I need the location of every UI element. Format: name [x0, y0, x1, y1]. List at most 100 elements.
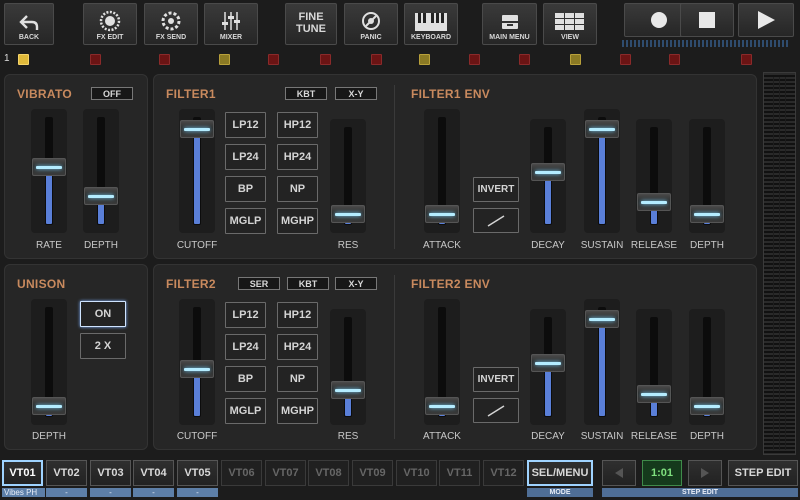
slider-thumb[interactable]: [690, 397, 724, 416]
vertical-scrollbar[interactable]: [763, 72, 796, 455]
vibrato-off-toggle[interactable]: OFF: [91, 87, 133, 100]
filter2-kbt-toggle[interactable]: KBT: [287, 277, 329, 290]
track-indicator[interactable]: [741, 54, 752, 65]
track-button-vt01[interactable]: VT01: [2, 460, 43, 486]
filter2-curve-button[interactable]: [473, 398, 519, 423]
step-next-button[interactable]: [688, 460, 722, 486]
filter2-env-decay-slider[interactable]: [530, 309, 566, 425]
filter2-cutoff-slider[interactable]: [179, 299, 215, 425]
filter2-np-button[interactable]: NP: [277, 366, 318, 392]
filter2-env-attack-slider[interactable]: [424, 299, 460, 425]
filter2-env-depth-slider[interactable]: [689, 309, 725, 425]
scrollbar-grip[interactable]: [768, 77, 791, 450]
track-indicator[interactable]: [268, 54, 279, 65]
unison-depth-slider[interactable]: [31, 299, 67, 425]
slider-thumb[interactable]: [690, 205, 724, 224]
filter1-xy-toggle[interactable]: X-Y: [335, 87, 377, 100]
filter1-np-button[interactable]: NP: [277, 176, 318, 202]
slider-thumb[interactable]: [180, 119, 214, 138]
filter1-bp-button[interactable]: BP: [225, 176, 266, 202]
fine-tune-button[interactable]: FINE TUNE: [285, 3, 337, 45]
view-button[interactable]: VIEW: [543, 3, 597, 45]
filter2-env-release-slider[interactable]: [636, 309, 672, 425]
filter2-xy-toggle[interactable]: X-Y: [335, 277, 377, 290]
filter2-env-sustain-slider[interactable]: [584, 299, 620, 425]
slider-thumb[interactable]: [331, 380, 365, 399]
track-button-vt09[interactable]: VT09: [352, 460, 393, 486]
track-indicator[interactable]: [18, 54, 29, 65]
filter2-mghp-button[interactable]: MGHP: [277, 398, 318, 424]
filter2-lp12-button[interactable]: LP12: [225, 302, 266, 328]
filter1-hp12-button[interactable]: HP12: [277, 112, 318, 138]
track-indicator[interactable]: [419, 54, 430, 65]
slider-thumb[interactable]: [425, 205, 459, 224]
track-indicator[interactable]: [570, 54, 581, 65]
filter2-hp12-button[interactable]: HP12: [277, 302, 318, 328]
slider-thumb[interactable]: [637, 385, 671, 404]
unison-on-button[interactable]: ON: [80, 301, 126, 327]
slider-thumb[interactable]: [84, 187, 118, 206]
slider-thumb[interactable]: [585, 309, 619, 328]
track-button-vt10[interactable]: VT10: [396, 460, 437, 486]
filter1-invert-button[interactable]: INVERT: [473, 177, 519, 202]
filter1-mglp-button[interactable]: MGLP: [225, 208, 266, 234]
filter1-curve-button[interactable]: [473, 208, 519, 233]
track-indicator[interactable]: [159, 54, 170, 65]
filter1-kbt-toggle[interactable]: KBT: [285, 87, 327, 100]
sel-menu-button[interactable]: SEL/MENU: [527, 460, 593, 486]
filter1-lp24-button[interactable]: LP24: [225, 144, 266, 170]
mixer-button[interactable]: MIXER: [204, 3, 258, 45]
filter1-hp24-button[interactable]: HP24: [277, 144, 318, 170]
track-button-vt02[interactable]: VT02: [46, 460, 87, 486]
track-indicator[interactable]: [90, 54, 101, 65]
track-button-vt05[interactable]: VT05: [177, 460, 218, 486]
filter1-res-slider[interactable]: [330, 119, 366, 233]
slider-thumb[interactable]: [32, 397, 66, 416]
track-button-vt07[interactable]: VT07: [265, 460, 306, 486]
slider-thumb[interactable]: [531, 163, 565, 181]
track-button-vt12[interactable]: VT12: [483, 460, 524, 486]
slider-thumb[interactable]: [32, 157, 66, 176]
filter2-invert-button[interactable]: INVERT: [473, 367, 519, 392]
filter1-env-attack-slider[interactable]: [424, 109, 460, 233]
track-button-vt11[interactable]: VT11: [439, 460, 480, 486]
filter1-mghp-button[interactable]: MGHP: [277, 208, 318, 234]
track-button-vt06[interactable]: VT06: [221, 460, 262, 486]
main-menu-button[interactable]: MAIN MENU: [482, 3, 537, 45]
track-indicator[interactable]: [219, 54, 230, 65]
slider-thumb[interactable]: [331, 205, 365, 224]
filter2-hp24-button[interactable]: HP24: [277, 334, 318, 360]
track-indicator[interactable]: [620, 54, 631, 65]
filter2-ser-toggle[interactable]: SER: [238, 277, 280, 290]
filter2-lp24-button[interactable]: LP24: [225, 334, 266, 360]
fx-send-button[interactable]: FX SEND: [144, 3, 198, 45]
filter1-lp12-button[interactable]: LP12: [225, 112, 266, 138]
track-indicator[interactable]: [320, 54, 331, 65]
slider-thumb[interactable]: [425, 397, 459, 416]
filter1-cutoff-slider[interactable]: [179, 109, 215, 233]
slider-thumb[interactable]: [180, 360, 214, 379]
filter1-env-depth-slider[interactable]: [689, 119, 725, 233]
filter1-env-decay-slider[interactable]: [530, 119, 566, 233]
track-indicator[interactable]: [371, 54, 382, 65]
track-indicator[interactable]: [519, 54, 530, 65]
vibrato-depth-slider[interactable]: [83, 109, 119, 233]
play-button[interactable]: [738, 3, 794, 37]
track-button-vt03[interactable]: VT03: [90, 460, 131, 486]
step-edit-button[interactable]: STEP EDIT: [728, 460, 798, 486]
filter2-mglp-button[interactable]: MGLP: [225, 398, 266, 424]
track-indicator[interactable]: [669, 54, 680, 65]
vibrato-rate-slider[interactable]: [31, 109, 67, 233]
unison-mode-button[interactable]: 2 X: [80, 333, 126, 359]
back-button[interactable]: BACK: [4, 3, 54, 45]
slider-thumb[interactable]: [585, 119, 619, 138]
filter1-env-sustain-slider[interactable]: [584, 109, 620, 233]
filter2-bp-button[interactable]: BP: [225, 366, 266, 392]
filter1-env-release-slider[interactable]: [636, 119, 672, 233]
slider-thumb[interactable]: [637, 193, 671, 212]
track-button-vt04[interactable]: VT04: [133, 460, 174, 486]
stop-button[interactable]: [680, 3, 734, 37]
fx-edit-button[interactable]: FX EDIT: [83, 3, 137, 45]
panic-button[interactable]: PANIC: [344, 3, 398, 45]
filter2-res-slider[interactable]: [330, 309, 366, 425]
